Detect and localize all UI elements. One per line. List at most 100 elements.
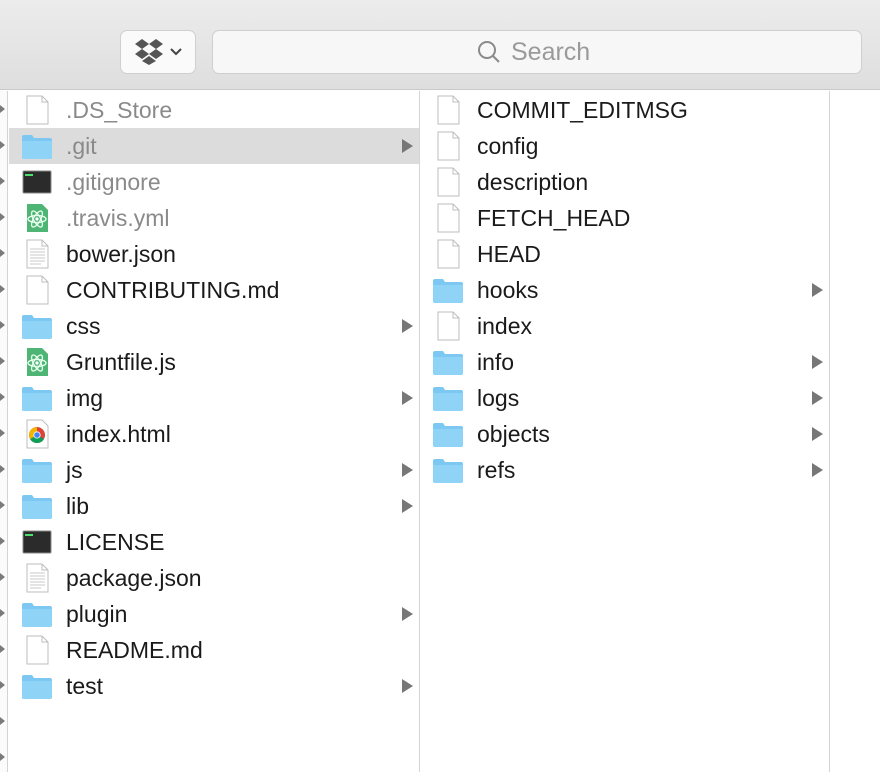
- file-row-plugin[interactable]: plugin: [9, 596, 419, 632]
- file-row-git[interactable]: .git: [9, 128, 419, 164]
- file-name-label: bower.json: [66, 240, 176, 267]
- file-row-test[interactable]: test: [9, 668, 419, 704]
- chevron-down-icon: [170, 48, 182, 56]
- disclosure-arrow-icon[interactable]: [812, 463, 823, 477]
- file-row-config[interactable]: config: [420, 128, 829, 164]
- file-name-label: README.md: [66, 636, 203, 663]
- gutter-arrow-icon: [0, 357, 5, 365]
- folder-icon: [21, 455, 53, 485]
- folder-icon: [21, 383, 53, 413]
- file-name-label: lib: [66, 492, 90, 519]
- disclosure-arrow-icon[interactable]: [812, 427, 823, 441]
- file-name-label: js: [66, 456, 83, 483]
- file-row-gruntfile-js[interactable]: Gruntfile.js: [9, 344, 419, 380]
- file-row-hooks[interactable]: hooks: [420, 272, 829, 308]
- file-row-package-json[interactable]: package.json: [9, 560, 419, 596]
- gutter-arrow-icon: [0, 285, 5, 293]
- file-row-lib[interactable]: lib: [9, 488, 419, 524]
- file-name-label: test: [66, 672, 104, 699]
- disclosure-arrow-icon[interactable]: [812, 391, 823, 405]
- file-row-license[interactable]: LICENSE: [9, 524, 419, 560]
- folder-icon: [432, 275, 464, 305]
- column-repo-root[interactable]: .DS_Store .git .gitignore .travis.yml bower.…: [9, 91, 420, 772]
- file-name-label: HEAD: [477, 240, 541, 267]
- gutter-arrow-icon: [0, 105, 5, 113]
- file-name-label: FETCH_HEAD: [477, 204, 631, 231]
- disclosure-arrow-icon[interactable]: [402, 607, 413, 621]
- disclosure-arrow-icon[interactable]: [402, 499, 413, 513]
- file-name-label: index.html: [66, 420, 171, 447]
- column-empty[interactable]: [830, 91, 880, 772]
- gutter-arrow-icon: [0, 573, 5, 581]
- gutter-arrow-icon: [0, 393, 5, 401]
- gutter-arrow-icon: [0, 717, 5, 725]
- atom-icon: [21, 203, 53, 233]
- disclosure-arrow-icon[interactable]: [812, 355, 823, 369]
- gutter-arrow-icon: [0, 465, 5, 473]
- disclosure-arrow-icon[interactable]: [402, 679, 413, 693]
- gutter-arrow-icon: [0, 249, 5, 257]
- file-row-gitignore[interactable]: .gitignore: [9, 164, 419, 200]
- gutter-arrow-icon: [0, 213, 5, 221]
- file-row-refs[interactable]: refs: [420, 452, 829, 488]
- search-field[interactable]: [212, 30, 862, 74]
- document-icon: [432, 131, 464, 161]
- file-name-label: CONTRIBUTING.md: [66, 276, 280, 303]
- file-name-label: .gitignore: [66, 168, 161, 195]
- folder-icon: [21, 311, 53, 341]
- file-name-label: .git: [66, 132, 97, 159]
- gutter-arrow-icon: [0, 501, 5, 509]
- disclosure-arrow-icon[interactable]: [402, 139, 413, 153]
- chrome-icon: [21, 419, 53, 449]
- file-row-index[interactable]: index: [420, 308, 829, 344]
- column-git[interactable]: COMMIT_EDITMSG config description FETCH_HEA…: [420, 91, 830, 772]
- document-icon: [21, 95, 53, 125]
- gutter-arrow-icon: [0, 681, 5, 689]
- file-row-travis-yml[interactable]: .travis.yml: [9, 200, 419, 236]
- folder-icon: [432, 383, 464, 413]
- text-document-icon: [21, 563, 53, 593]
- file-name-label: description: [477, 168, 589, 195]
- disclosure-arrow-icon[interactable]: [812, 283, 823, 297]
- disclosure-arrow-icon[interactable]: [402, 391, 413, 405]
- file-row-img[interactable]: img: [9, 380, 419, 416]
- gutter-arrow-icon: [0, 141, 5, 149]
- document-icon: [21, 635, 53, 665]
- file-row-readme-md[interactable]: README.md: [9, 632, 419, 668]
- folder-icon: [21, 671, 53, 701]
- file-row-objects[interactable]: objects: [420, 416, 829, 452]
- file-name-label: objects: [477, 420, 550, 447]
- file-row-contributing-md[interactable]: CONTRIBUTING.md: [9, 272, 419, 308]
- file-row-bower-json[interactable]: bower.json: [9, 236, 419, 272]
- dropbox-menu-button[interactable]: [120, 30, 196, 74]
- folder-icon: [432, 419, 464, 449]
- dropbox-icon: [135, 39, 163, 65]
- file-row-logs[interactable]: logs: [420, 380, 829, 416]
- file-row-ds-store[interactable]: .DS_Store: [9, 92, 419, 128]
- finder-toolbar: [0, 0, 880, 90]
- file-row-head[interactable]: HEAD: [420, 236, 829, 272]
- file-row-css[interactable]: css: [9, 308, 419, 344]
- file-row-info[interactable]: info: [420, 344, 829, 380]
- file-row-description[interactable]: description: [420, 164, 829, 200]
- disclosure-arrow-icon[interactable]: [402, 319, 413, 333]
- file-row-index-html[interactable]: index.html: [9, 416, 419, 452]
- atom-icon: [21, 347, 53, 377]
- terminal-icon: [21, 167, 53, 197]
- folder-icon: [432, 455, 464, 485]
- search-icon: [478, 41, 500, 63]
- file-row-commit-editmsg[interactable]: COMMIT_EDITMSG: [420, 92, 829, 128]
- folder-icon: [21, 599, 53, 629]
- file-row-fetch-head[interactable]: FETCH_HEAD: [420, 200, 829, 236]
- file-name-label: .travis.yml: [66, 204, 170, 231]
- gutter-arrow-icon: [0, 429, 5, 437]
- folder-icon: [21, 491, 53, 521]
- document-icon: [432, 167, 464, 197]
- disclosure-arrow-icon[interactable]: [402, 463, 413, 477]
- previous-column-edge[interactable]: [0, 91, 8, 772]
- file-row-js[interactable]: js: [9, 452, 419, 488]
- file-name-label: css: [66, 312, 101, 339]
- file-name-label: .DS_Store: [66, 96, 173, 123]
- document-icon: [432, 239, 464, 269]
- search-input[interactable]: [511, 37, 597, 67]
